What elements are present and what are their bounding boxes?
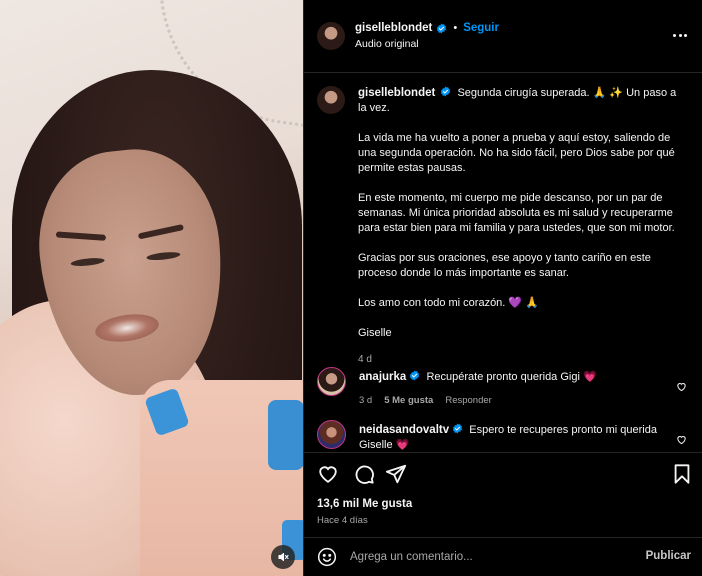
post-video[interactable] [0,0,303,576]
publish-button[interactable]: Publicar [646,550,691,562]
caption-paragraph: La vida me ha vuelto a poner a prueba y … [358,132,675,174]
post-caption: giselleblondet Segunda cirugía superada.… [317,86,693,367]
action-bar [317,463,693,487]
shirt-pattern [268,400,303,470]
caption-signature: Giselle [358,327,392,339]
comment-item: anajurka Recupérate pronto querida Gigi … [317,367,693,408]
heart-icon[interactable] [676,381,687,392]
emoji-icon[interactable] [317,547,337,567]
heart-icon[interactable] [317,463,339,485]
follow-button[interactable]: Seguir [463,22,499,34]
author-username[interactable]: giselleblondet [355,22,432,34]
eye-left [70,256,105,268]
audio-label[interactable]: Audio original [355,38,499,50]
avatar[interactable] [317,367,346,396]
eye-right [146,250,181,262]
verified-badge-icon [437,22,447,34]
caption-timestamp[interactable]: 4 d [358,352,683,367]
post-header: giselleblondet • Seguir Audio original [304,0,702,73]
comment-author[interactable]: anajurka [359,371,406,383]
brow-right [137,224,185,240]
comment-timestamp[interactable]: 3 d [359,393,372,408]
comment-likes[interactable]: 5 Me gusta [384,393,433,408]
verified-badge-icon [441,86,451,97]
comment-text-row: anajurka Recupérate pronto querida Gigi … [359,370,659,385]
comment-icon[interactable] [353,463,375,485]
comment-input[interactable] [350,551,630,563]
avatar[interactable] [317,86,345,114]
comment-body: neidasandovaltv Espero te recuperes pron… [359,420,659,453]
instagram-post-dialog: giselleblondet • Seguir Audio original g… [0,0,702,576]
comment-item: neidasandovaltv Espero te recuperes pron… [317,420,693,453]
share-icon[interactable] [385,463,407,485]
comment-author[interactable]: neidasandovaltv [359,424,449,436]
caption-paragraph: En este momento, mi cuerpo me pide desca… [358,192,675,234]
comment-meta: 3 d 5 Me gusta Responder [359,393,659,408]
more-options-icon[interactable] [673,34,687,38]
comment-body: anajurka Recupérate pronto querida Gigi … [359,367,659,408]
brow-left [55,231,107,241]
comment-composer: Publicar [304,538,702,576]
verified-badge-icon [410,370,420,381]
caption-body: giselleblondet Segunda cirugía superada.… [358,86,683,367]
caption-author[interactable]: giselleblondet [358,87,435,99]
post-header-text: giselleblondet • Seguir Audio original [355,22,499,50]
divider [304,452,702,453]
caption-paragraph: Gracias por sus oraciones, ese apoyo y t… [358,252,651,279]
bookmark-icon[interactable] [671,463,693,485]
verified-badge-icon [453,423,463,434]
mute-toggle-button[interactable] [271,545,295,569]
caption-paragraph: Los amo con todo mi corazón. 💜 🙏 [358,297,539,309]
like-count[interactable]: 13,6 mil Me gusta [317,498,412,510]
avatar[interactable] [317,420,346,449]
author-row: giselleblondet • Seguir [355,22,499,34]
comment-text: Recupérate pronto querida Gigi 💗 [426,371,597,383]
caption-first-line: giselleblondet Segunda cirugía superada.… [358,86,683,116]
muted-speaker-icon [278,552,289,562]
post-side-panel: giselleblondet • Seguir Audio original g… [303,0,702,576]
separator-dot: • [453,22,458,34]
reply-button[interactable]: Responder [445,393,491,408]
avatar[interactable] [317,22,345,50]
post-date[interactable]: Hace 4 días [317,515,368,526]
heart-icon[interactable] [676,434,687,445]
comment-text-row: neidasandovaltv Espero te recuperes pron… [359,423,659,453]
